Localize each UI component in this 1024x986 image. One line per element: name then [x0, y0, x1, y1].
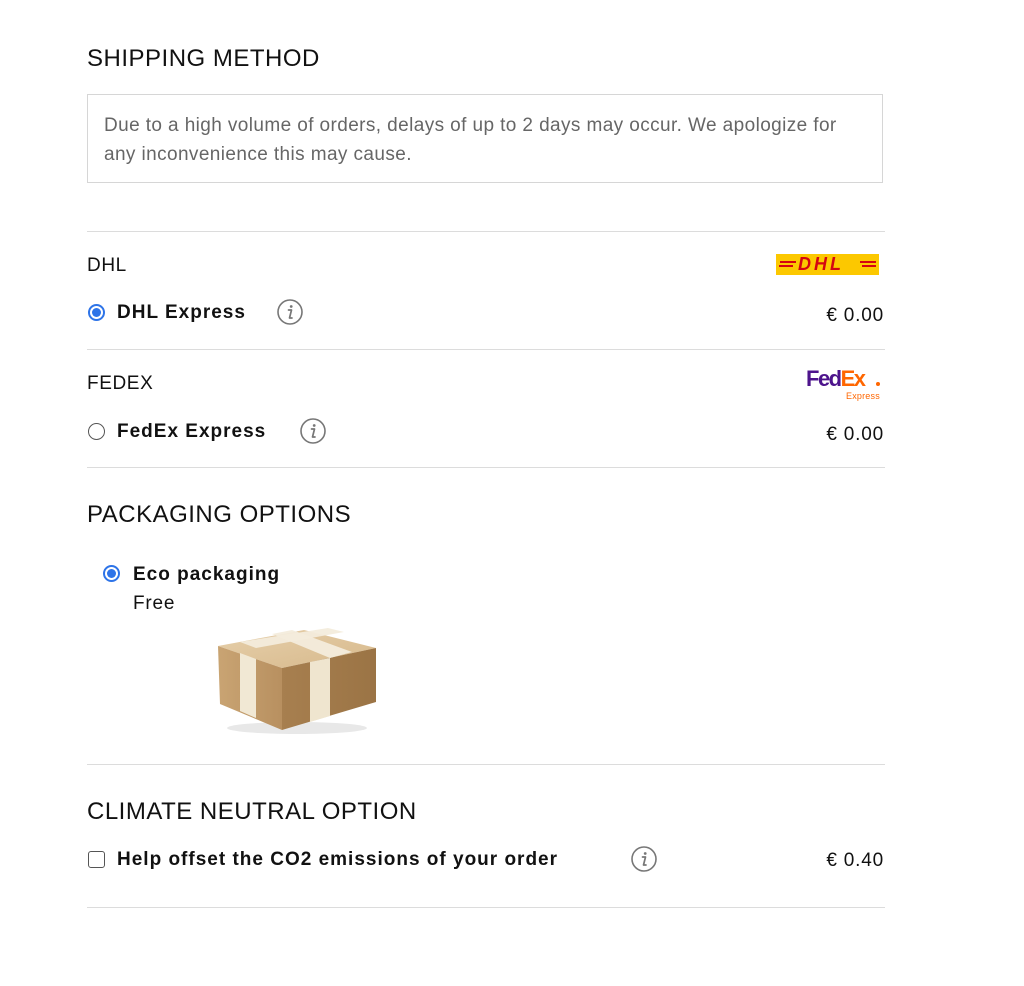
shipping-method-heading: SHIPPING METHOD — [87, 45, 320, 72]
divider — [87, 467, 885, 468]
divider — [87, 349, 885, 350]
fedex-logo-wordmark: FedEx — [806, 366, 866, 391]
fedex-logo: FedEx Express — [806, 365, 886, 405]
packaging-options-heading: PACKAGING OPTIONS — [87, 501, 352, 528]
dhl-logo: DHL — [776, 254, 879, 275]
info-icon[interactable] — [277, 299, 303, 325]
fedex-logo-dot — [876, 382, 880, 386]
divider — [87, 764, 885, 765]
fedex-express-radio[interactable] — [88, 423, 105, 440]
shipping-delay-notice: Due to a high volume of orders, delays o… — [87, 94, 883, 183]
dhl-logo-text: DHL — [798, 254, 844, 274]
climate-neutral-heading: CLIMATE NEUTRAL OPTION — [87, 798, 417, 825]
fedex-express-label[interactable]: FedEx Express — [117, 421, 266, 443]
co2-offset-checkbox[interactable] — [88, 851, 105, 868]
eco-packaging-price: Free — [133, 593, 176, 614]
dhl-express-radio[interactable] — [88, 304, 105, 321]
fedex-logo-sub: Express — [846, 391, 880, 401]
eco-packaging-radio[interactable] — [103, 565, 120, 582]
dhl-express-price: € 0.00 — [826, 305, 884, 326]
info-icon[interactable] — [300, 418, 326, 444]
carrier-name-fedex: FEDEX — [87, 373, 154, 394]
cardboard-box-image — [218, 628, 376, 734]
divider — [87, 907, 885, 908]
carrier-name-dhl: DHL — [87, 255, 127, 276]
info-icon[interactable] — [631, 846, 657, 872]
eco-packaging-label[interactable]: Eco packaging — [133, 564, 280, 586]
fedex-express-price: € 0.00 — [826, 424, 884, 445]
dhl-express-label[interactable]: DHL Express — [117, 302, 246, 324]
co2-offset-label[interactable]: Help offset the CO2 emissions of your or… — [117, 849, 558, 871]
divider — [87, 231, 885, 232]
co2-offset-price: € 0.40 — [826, 850, 884, 871]
